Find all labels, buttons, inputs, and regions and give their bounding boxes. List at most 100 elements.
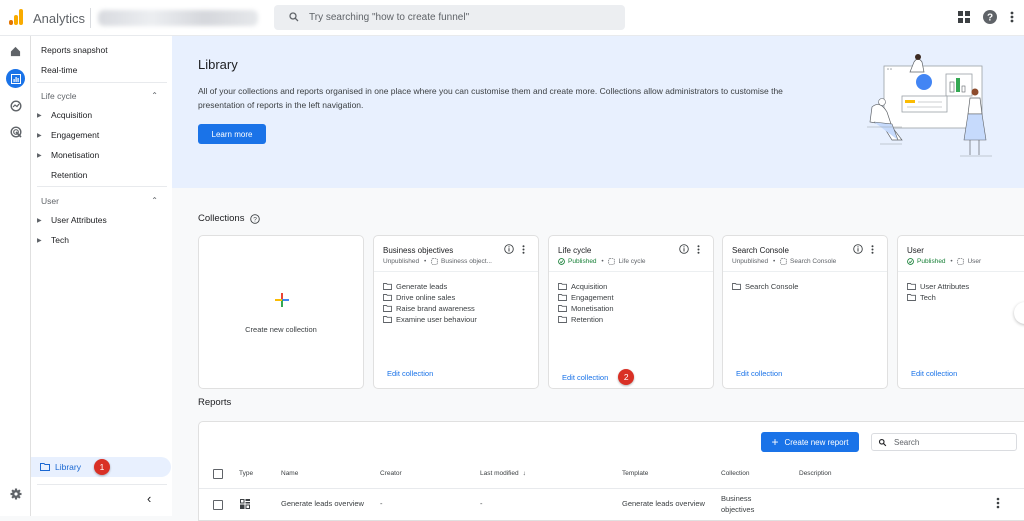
chevron-left-icon[interactable]: ‹ [147,491,151,506]
template-icon [608,258,616,265]
divider [37,186,167,187]
advertising-icon[interactable] [6,122,25,141]
home-icon[interactable] [6,42,25,61]
collection-item: Acquisition [558,281,614,292]
collections-heading: Collections ? [198,213,261,224]
nav-library[interactable]: Library 1 [31,457,171,477]
edit-collection-link[interactable]: Edit collection [911,369,957,378]
column-name[interactable]: Name [281,470,298,477]
check-circle-icon [907,258,914,265]
chevron-up-icon[interactable]: ⌃ [151,91,158,100]
more-vert-icon[interactable] [697,245,700,254]
collection-status: Unpublished [732,258,769,265]
step-badge: 1 [93,459,110,475]
column-template[interactable]: Template [622,470,648,477]
account-selector[interactable] [98,10,258,26]
caret-right-icon[interactable]: ▶ [37,152,42,159]
step-badge: 2 [618,369,635,385]
folder-icon [907,294,916,301]
more-vert-icon[interactable] [871,245,874,254]
column-collection[interactable]: Collection [721,470,750,477]
collection-card[interactable]: Business objectives Unpublished • Busine… [373,235,539,389]
dot-separator: • [599,258,606,265]
help-icon[interactable]: ? [983,10,997,24]
overview-icon [240,499,250,509]
row-name[interactable]: Generate leads overview [281,499,364,508]
learn-more-button[interactable]: Learn more [198,124,266,144]
create-report-button[interactable]: + Create new report [761,432,859,452]
collection-item: Monetisation [558,303,614,314]
nav-engagement[interactable]: Engagement [51,130,99,140]
info-icon[interactable] [504,244,514,254]
nav-acquisition[interactable]: Acquisition [51,110,92,120]
caret-right-icon[interactable]: ▶ [37,237,42,244]
column-description[interactable]: Description [799,470,832,477]
collection-card[interactable]: Life cycle Published • Life cycle Acquis… [548,235,714,389]
create-collection-card[interactable]: Create new collection [198,235,364,389]
app-title: Analytics [33,11,86,26]
edit-collection-label: Edit collection [736,369,783,378]
nav-reports-snapshot[interactable]: Reports snapshot [41,45,108,55]
collection-item: Generate leads [383,281,477,292]
svg-text:?: ? [254,216,258,223]
settings-icon[interactable] [6,484,25,503]
template-icon [431,258,438,265]
more-vert-icon[interactable] [996,497,1000,509]
collection-card[interactable]: User Published • User User Attributes Tec… [897,235,1024,389]
divider [549,271,713,272]
reports-icon[interactable] [6,69,25,88]
column-last-modified[interactable]: Last modified ↓ [480,470,526,477]
caret-right-icon[interactable]: ▶ [37,132,42,139]
more-vert-icon[interactable] [1010,11,1014,23]
column-type[interactable]: Type [239,470,253,477]
library-illustration [867,54,992,157]
left-rail [0,36,31,516]
collection-item-label: Generate leads [396,282,448,291]
caret-right-icon[interactable]: ▶ [37,217,42,224]
edit-collection-link[interactable]: Edit collection 2 [562,369,635,385]
column-creator[interactable]: Creator [380,470,402,477]
arrow-down-icon: ↓ [522,470,526,477]
collection-item-label: Engagement [571,293,614,302]
chevron-up-icon[interactable]: ⌃ [151,196,158,205]
apps-grid-icon[interactable] [958,11,970,23]
create-report-label: Create new report [784,437,849,447]
template-icon [957,258,965,265]
edit-collection-link[interactable]: Edit collection [736,369,782,378]
info-icon[interactable] [853,244,863,254]
select-all-checkbox[interactable] [213,469,223,479]
explore-icon[interactable] [6,96,25,115]
nav-retention[interactable]: Retention [51,170,87,180]
row-checkbox[interactable] [213,500,223,510]
nav-section-user[interactable]: User [41,196,59,206]
nav-real-time[interactable]: Real-time [41,65,77,75]
nav-section-life-cycle[interactable]: Life cycle [41,91,76,101]
nav-library-label: Library [55,462,81,472]
collection-item: User Attributes [907,281,969,292]
page-title: Library [198,57,238,72]
divider [37,484,167,485]
row-creator: - [380,499,383,508]
collection-card[interactable]: Search Console Unpublished • Search Cons… [722,235,888,389]
edit-collection-label: Edit collection [911,369,958,378]
search-input[interactable]: Try searching "how to create funnel" [274,5,625,30]
folder-icon [383,316,392,323]
collection-title: User [907,246,924,255]
help-outline-icon[interactable]: ? [250,213,261,224]
collection-item-label: Monetisation [571,304,614,313]
caret-right-icon[interactable]: ▶ [37,112,42,119]
edit-collection-link[interactable]: Edit collection [387,369,433,378]
info-icon[interactable] [679,244,689,254]
main-content: Library All of your collections and repo… [172,36,1024,521]
nav-tech[interactable]: Tech [51,235,69,245]
analytics-logo-icon[interactable] [8,9,24,25]
more-vert-icon[interactable] [522,245,525,254]
reports-search-input[interactable]: Search [871,433,1017,451]
collection-template: Search Console [790,258,837,265]
nav-user-attributes[interactable]: User Attributes [51,215,107,225]
divider [723,271,887,272]
create-collection-label: Create new collection [245,325,317,334]
nav-monetisation[interactable]: Monetisation [51,150,99,160]
edit-collection-label: Edit collection [562,372,609,382]
divider [90,8,91,28]
